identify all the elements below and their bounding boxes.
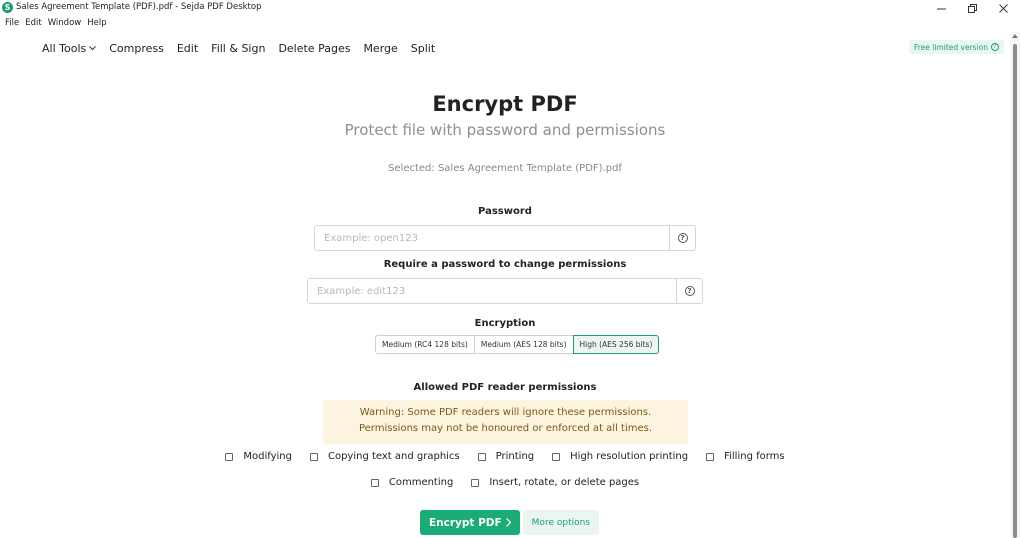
nav-all-tools-label: All Tools: [42, 41, 87, 55]
nav-split[interactable]: Split: [411, 42, 435, 55]
menu-file[interactable]: File: [5, 18, 19, 28]
permission-label: Printing: [495, 451, 535, 462]
permission-modifying[interactable]: Modifying: [225, 451, 292, 462]
menu-edit[interactable]: Edit: [25, 18, 41, 28]
nav-all-tools[interactable]: All Tools: [42, 41, 97, 55]
encrypt-pdf-button[interactable]: Encrypt PDF: [420, 510, 520, 535]
minimize-button[interactable]: [926, 0, 956, 16]
action-buttons: Encrypt PDF More options: [420, 510, 599, 535]
menu-help[interactable]: Help: [87, 18, 106, 28]
scroll-thumb[interactable]: [1013, 44, 1017, 538]
password-input[interactable]: [314, 225, 670, 251]
permission-printing[interactable]: Printing: [477, 451, 535, 462]
sejda-logo-icon: S: [2, 2, 13, 13]
permissions-password-help-button[interactable]: ?: [677, 278, 703, 304]
permission-copying[interactable]: Copying text and graphics: [309, 451, 460, 462]
help-circle-icon: ?: [991, 43, 999, 51]
permission-commenting[interactable]: Commenting: [370, 477, 454, 488]
free-version-badge[interactable]: Free limited version ?: [908, 40, 1004, 54]
permission-filling-forms[interactable]: Filling forms: [706, 451, 785, 462]
checkbox[interactable]: [471, 478, 480, 487]
permission-label: Copying text and graphics: [327, 451, 460, 462]
permission-insert-rotate-delete[interactable]: Insert, rotate, or delete pages: [471, 477, 639, 488]
scrollbar[interactable]: [1010, 32, 1020, 538]
restore-icon: [967, 3, 977, 13]
close-button[interactable]: [988, 0, 1018, 16]
password-help-button[interactable]: ?: [670, 225, 696, 251]
warning-line-2: Permissions may not be honoured or enfor…: [358, 423, 653, 434]
encryption-option-aes-128[interactable]: Medium (AES 128 bits): [473, 335, 574, 354]
menu-window[interactable]: Window: [48, 18, 82, 28]
nav-delete-pages[interactable]: Delete Pages: [278, 42, 350, 55]
password-row: ?: [314, 225, 696, 251]
checkbox[interactable]: [706, 452, 715, 461]
permissions-row-2: Commenting Insert, rotate, or delete pag…: [0, 477, 1010, 488]
chevron-down-icon: [89, 45, 97, 50]
menu-bar: File Edit Window Help: [0, 16, 108, 30]
selected-file-label: Selected: Sales Agreement Template (PDF)…: [388, 163, 622, 174]
help-circle-icon: ?: [684, 286, 695, 296]
encrypt-pdf-label: Encrypt PDF: [429, 516, 502, 529]
permission-label: High resolution printing: [570, 451, 689, 462]
nav-merge[interactable]: Merge: [363, 42, 397, 55]
checkbox[interactable]: [552, 452, 561, 461]
free-version-label: Free limited version: [913, 42, 988, 52]
checkbox[interactable]: [225, 452, 234, 461]
encryption-label: Encryption: [474, 318, 536, 329]
close-icon: [998, 3, 1008, 13]
permission-high-res-printing[interactable]: High resolution printing: [552, 451, 688, 462]
top-nav: All Tools Compress Edit Fill & Sign Dele…: [42, 40, 448, 56]
permissions-label: Allowed PDF reader permissions: [413, 382, 597, 393]
warning-line-1: Warning: Some PDF readers will ignore th…: [359, 407, 652, 418]
nav-compress[interactable]: Compress: [109, 42, 164, 55]
chevron-right-icon: [505, 518, 511, 527]
encryption-option-rc4-128[interactable]: Medium (RC4 128 bits): [375, 335, 475, 354]
permissions-warning: Warning: Some PDF readers will ignore th…: [323, 400, 688, 444]
window-title: Sales Agreement Template (PDF).pdf - Sej…: [16, 2, 262, 12]
checkbox[interactable]: [309, 452, 318, 461]
encryption-option-aes-256[interactable]: High (AES 256 bits): [572, 335, 660, 354]
page-subtitle: Protect file with password and permissio…: [344, 121, 666, 139]
encryption-selector: Medium (RC4 128 bits) Medium (AES 128 bi…: [375, 335, 660, 354]
page-title: Encrypt PDF: [432, 92, 578, 116]
more-options-button[interactable]: More options: [522, 510, 599, 535]
permission-label: Insert, rotate, or delete pages: [489, 477, 640, 488]
restore-button[interactable]: [957, 0, 987, 16]
permissions-password-label: Require a password to change permissions: [383, 259, 627, 270]
permission-label: Filling forms: [724, 451, 785, 462]
permissions-row-1: Modifying Copying text and graphics Prin…: [0, 451, 1010, 462]
scroll-up-arrow-icon[interactable]: [1012, 34, 1018, 38]
permissions-password-row: ?: [307, 278, 703, 304]
title-bar: S Sales Agreement Template (PDF).pdf - S…: [0, 0, 1020, 16]
minimize-icon: [936, 8, 946, 9]
help-circle-icon: ?: [677, 233, 688, 243]
nav-fill-sign[interactable]: Fill & Sign: [211, 42, 265, 55]
nav-edit[interactable]: Edit: [177, 42, 198, 55]
checkbox[interactable]: [370, 478, 379, 487]
checkbox[interactable]: [477, 452, 486, 461]
permission-label: Commenting: [388, 477, 454, 488]
permissions-password-input[interactable]: [307, 278, 677, 304]
permission-label: Modifying: [243, 451, 292, 462]
password-label: Password: [478, 206, 532, 217]
